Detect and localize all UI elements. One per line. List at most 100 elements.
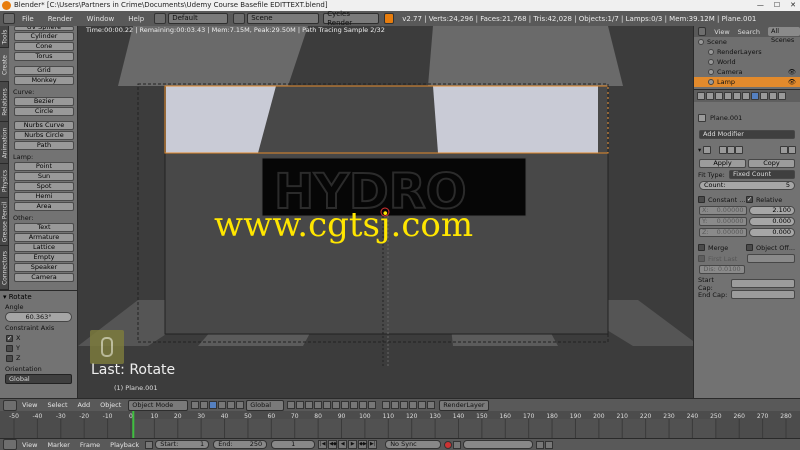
add-grid-button[interactable]: Grid bbox=[14, 66, 74, 75]
outliner-row-renderlayers[interactable]: RenderLayers bbox=[694, 47, 800, 57]
modifiers-tab-icon[interactable] bbox=[751, 92, 759, 100]
menu-view[interactable]: View bbox=[17, 401, 42, 409]
add-monkey-button[interactable]: Monkey bbox=[14, 76, 74, 85]
world-tab-icon[interactable] bbox=[724, 92, 732, 100]
layer-8-button[interactable] bbox=[350, 401, 359, 409]
snap-target-icon[interactable] bbox=[400, 401, 409, 409]
start-cap-field[interactable] bbox=[731, 279, 795, 288]
screen-layout-icon[interactable] bbox=[154, 13, 167, 24]
layer-2-button[interactable] bbox=[296, 401, 305, 409]
outliner-filter-select[interactable]: All Scenes bbox=[768, 27, 800, 44]
jump-start-icon[interactable]: |◀ bbox=[318, 440, 328, 449]
editor-type-icon[interactable] bbox=[3, 13, 15, 24]
menu-select[interactable]: Select bbox=[42, 401, 72, 409]
add-speaker-button[interactable]: Speaker bbox=[14, 263, 74, 272]
render-preview-icon[interactable] bbox=[418, 401, 427, 409]
sync-select[interactable]: No Sync bbox=[385, 440, 442, 449]
constraints-tab-icon[interactable] bbox=[742, 92, 750, 100]
translate-icon[interactable] bbox=[218, 401, 227, 409]
layer-7-button[interactable] bbox=[341, 401, 350, 409]
close-button[interactable]: ✕ bbox=[790, 0, 796, 11]
layer-4-button[interactable] bbox=[314, 401, 323, 409]
menu-playback[interactable]: Playback bbox=[105, 441, 144, 449]
menu-frame[interactable]: Frame bbox=[75, 441, 105, 449]
add-armature-button[interactable]: Armature bbox=[14, 233, 74, 242]
fit-type-select[interactable]: Fixed Count bbox=[729, 170, 795, 179]
orientation-select[interactable]: Global bbox=[5, 374, 72, 384]
timeline-ruler[interactable]: -50 -40 -30 -20 -10 0 10 20 30 40 50 60 70 80 90 100 110… bbox=[0, 411, 800, 438]
transform-orientation-select[interactable]: Global bbox=[246, 399, 285, 411]
delete-keyframe-icon[interactable] bbox=[545, 440, 554, 449]
current-frame-field[interactable]: 1 bbox=[271, 440, 316, 449]
add-hemi-lamp-button[interactable]: Hemi bbox=[14, 192, 74, 201]
outliner-row-world[interactable]: World bbox=[694, 57, 800, 67]
add-spot-lamp-button[interactable]: Spot bbox=[14, 182, 74, 191]
editmode-toggle-icon[interactable] bbox=[735, 145, 744, 154]
add-bezier-button[interactable]: Bezier bbox=[14, 97, 74, 106]
relative-y-field[interactable]: 0.000 bbox=[748, 217, 795, 226]
layer-1-button[interactable] bbox=[287, 401, 296, 409]
outliner-row-camera[interactable]: Camera 👁 bbox=[694, 67, 800, 77]
menu-view-timeline[interactable]: View bbox=[17, 441, 42, 449]
merge-checkbox[interactable] bbox=[698, 244, 705, 251]
minimize-button[interactable]: — bbox=[757, 0, 764, 11]
tab-relations[interactable]: Relations bbox=[0, 82, 9, 122]
end-frame-field[interactable]: End: 250 bbox=[213, 440, 268, 449]
outliner-search-menu[interactable]: Search bbox=[738, 28, 760, 36]
menu-window[interactable]: Window bbox=[80, 15, 122, 23]
scene-icon[interactable] bbox=[233, 13, 246, 24]
render-engine-select[interactable]: Cycles Render bbox=[323, 10, 380, 27]
render-toggle-icon[interactable] bbox=[719, 145, 728, 154]
keying-set-icon[interactable] bbox=[453, 440, 462, 449]
axis-y-checkbox[interactable]: Y bbox=[6, 343, 74, 353]
tab-tools[interactable]: Tools bbox=[0, 26, 9, 48]
material-tab-icon[interactable] bbox=[769, 92, 777, 100]
visibility-eye-icon[interactable]: 👁 bbox=[788, 78, 796, 86]
add-uv-sphere-button[interactable]: UV Sphere bbox=[14, 26, 74, 31]
pivot-icon[interactable] bbox=[200, 401, 209, 409]
3d-viewport[interactable]: HYDRO Time:00:00.22 | Remaining:00:03.43… bbox=[78, 26, 693, 398]
menu-help[interactable]: Help bbox=[121, 15, 151, 23]
constant-y-field[interactable]: Y: 0.00000 bbox=[699, 217, 747, 226]
tab-connectors[interactable]: Connectors bbox=[0, 246, 9, 290]
insert-keyframe-icon[interactable] bbox=[536, 440, 545, 449]
move-up-icon[interactable] bbox=[780, 145, 788, 154]
jump-keyframe-forward-icon[interactable]: ◆▶ bbox=[358, 440, 368, 449]
layer-5-button[interactable] bbox=[323, 401, 332, 409]
menu-render[interactable]: Render bbox=[41, 15, 80, 23]
render-layer-select[interactable]: RenderLayer bbox=[439, 399, 490, 411]
object-offset-field[interactable] bbox=[747, 254, 795, 263]
axis-x-checkbox[interactable]: ✓ X bbox=[6, 333, 74, 343]
angle-field[interactable]: 60.363° bbox=[5, 312, 72, 322]
layer-10-button[interactable] bbox=[368, 401, 377, 409]
add-nurbs-circle-button[interactable]: Nurbs Circle bbox=[14, 131, 74, 140]
remove-modifier-icon[interactable] bbox=[788, 145, 796, 154]
screen-layout-select[interactable]: Default bbox=[168, 13, 229, 24]
object-offset-checkbox[interactable] bbox=[746, 244, 753, 251]
add-cone-button[interactable]: Cone bbox=[14, 42, 74, 51]
relative-x-field[interactable]: 2.100 bbox=[748, 206, 795, 215]
add-nurbs-curve-button[interactable]: Nurbs Curve bbox=[14, 121, 74, 130]
menu-marker[interactable]: Marker bbox=[42, 441, 74, 449]
add-empty-button[interactable]: Empty bbox=[14, 253, 74, 262]
constant-z-field[interactable]: Z: 0.00000 bbox=[699, 228, 747, 237]
add-torus-button[interactable]: Torus bbox=[14, 52, 74, 61]
add-cylinder-button[interactable]: Cylinder bbox=[14, 32, 74, 41]
tab-create[interactable]: Create bbox=[0, 48, 9, 82]
data-tab-icon[interactable] bbox=[760, 92, 768, 100]
maximize-button[interactable]: ☐ bbox=[774, 0, 780, 11]
timeline[interactable]: -50 -40 -30 -20 -10 0 10 20 30 40 50 60 70 80 90 100 110… bbox=[0, 411, 800, 438]
jump-keyframe-back-icon[interactable]: ◀◆ bbox=[328, 440, 338, 449]
axis-z-checkbox[interactable]: Z bbox=[6, 353, 74, 363]
rotate-icon[interactable] bbox=[227, 401, 236, 409]
render-animation-icon[interactable] bbox=[427, 401, 436, 409]
constant-offset-checkbox[interactable] bbox=[698, 196, 705, 203]
snap-icon[interactable] bbox=[391, 401, 400, 409]
count-field[interactable]: Count: 5 bbox=[699, 181, 795, 190]
layer-6-button[interactable] bbox=[332, 401, 341, 409]
mode-select[interactable]: Object Mode bbox=[128, 399, 189, 411]
end-cap-field[interactable] bbox=[731, 290, 795, 299]
object-tab-icon[interactable] bbox=[733, 92, 741, 100]
record-icon[interactable] bbox=[444, 440, 453, 449]
play-icon[interactable]: ▶ bbox=[348, 440, 358, 449]
